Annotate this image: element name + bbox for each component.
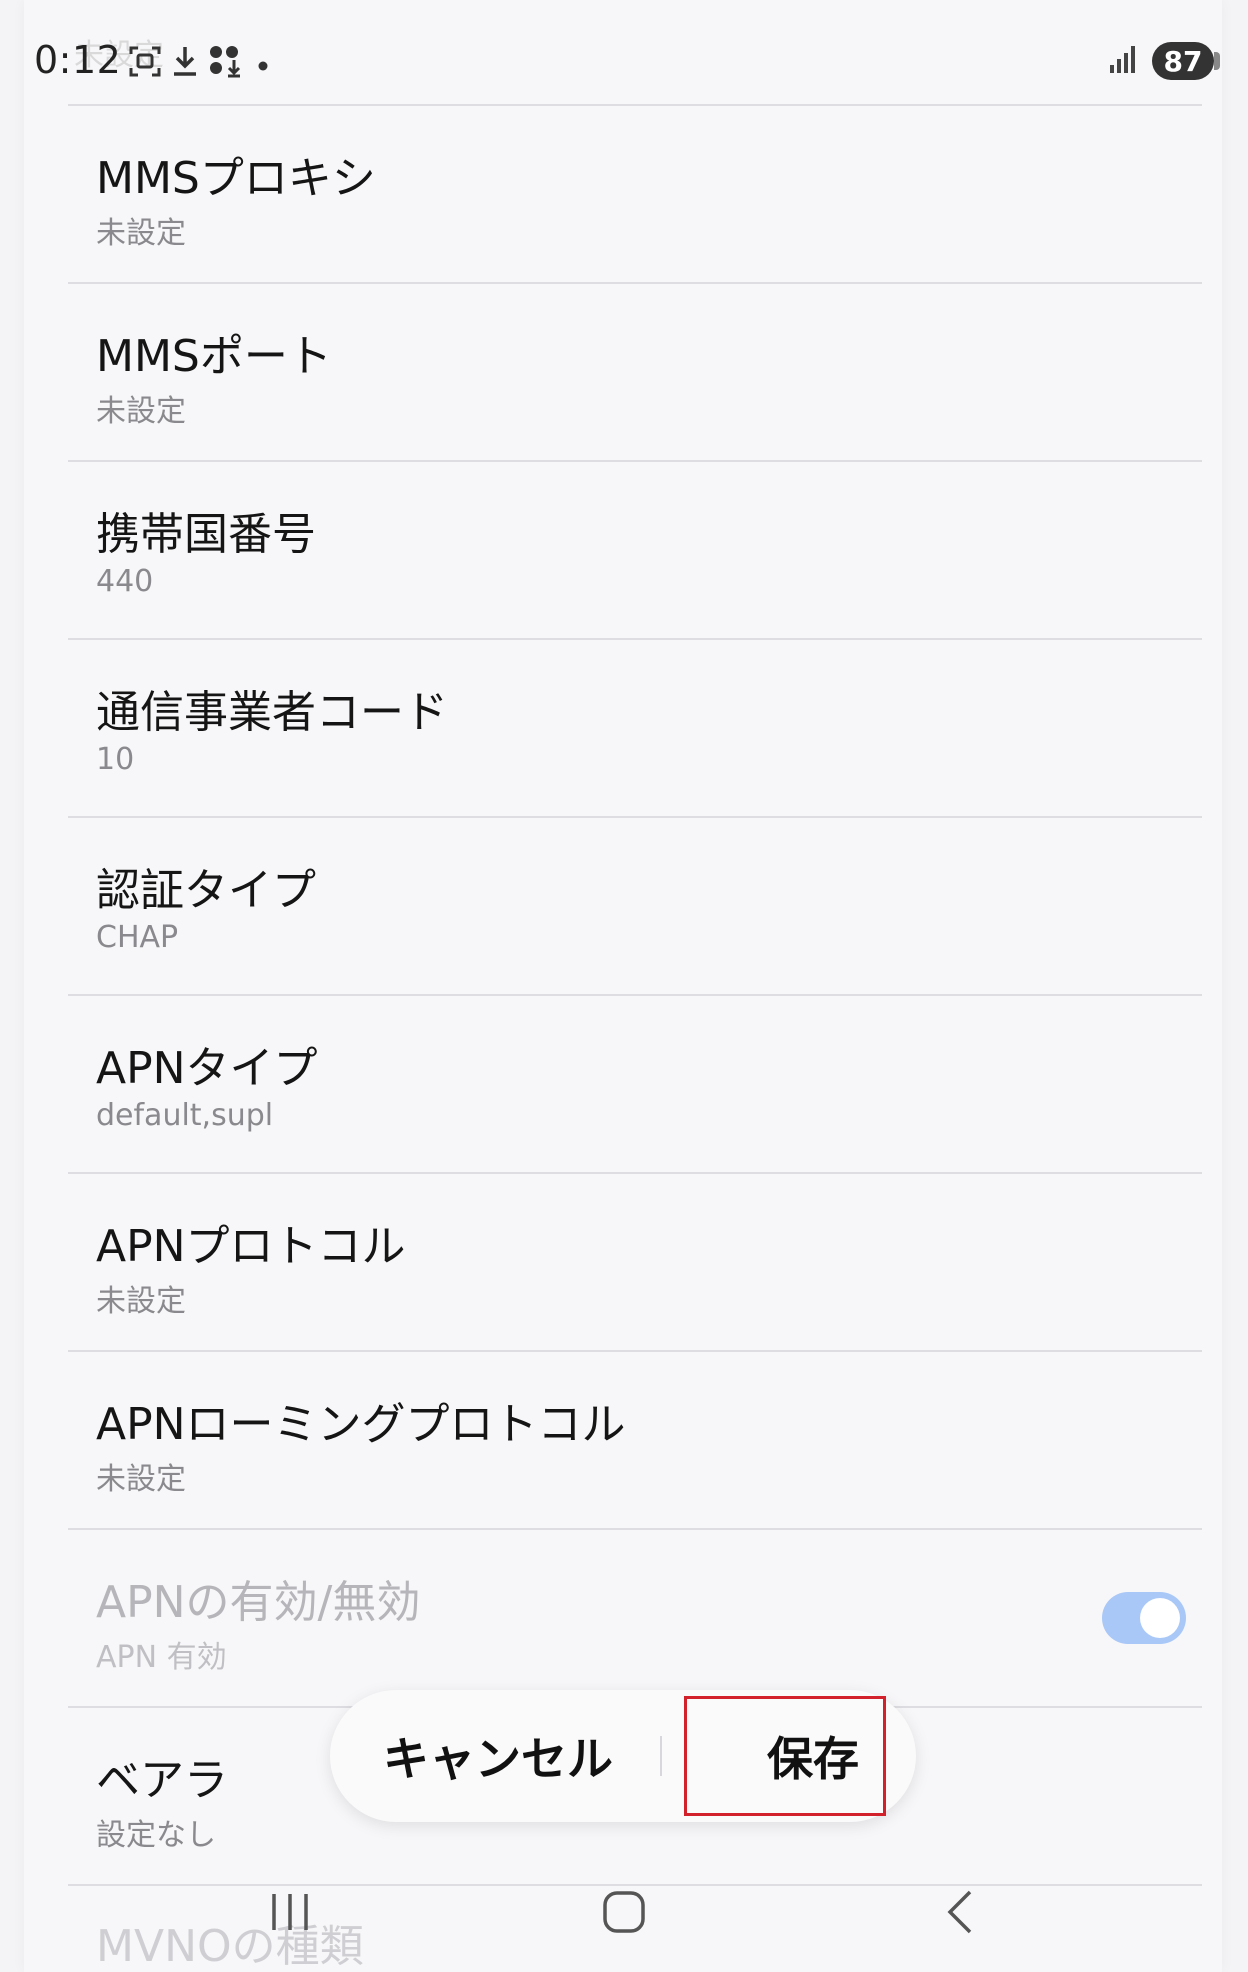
- save-button-highlight: [684, 1696, 886, 1816]
- setting-value: 未設定: [96, 216, 186, 251]
- setting-auth-type[interactable]: 認証タイプ CHAP: [68, 818, 1202, 994]
- setting-value: APN 有効: [96, 1640, 227, 1675]
- dot-icon: [258, 56, 268, 75]
- setting-value: 未設定: [96, 394, 186, 429]
- setting-title: ベアラ: [96, 1755, 228, 1806]
- setting-apn-roaming-protocol[interactable]: APNローミングプロトコル 未設定: [68, 1352, 1202, 1528]
- setting-apn-protocol[interactable]: APNプロトコル 未設定: [68, 1174, 1202, 1350]
- setting-title: MMSポート: [96, 331, 332, 382]
- download-icon: [170, 44, 200, 82]
- setting-value: 10: [96, 742, 135, 777]
- cancel-button[interactable]: キャンセル: [350, 1690, 646, 1822]
- button-separator: [660, 1736, 662, 1776]
- setting-value: default,supl: [96, 1098, 274, 1133]
- setting-apn-enable[interactable]: APNの有効/無効 APN 有効: [68, 1530, 1202, 1706]
- screen: 未設定 0:12 87 MMSプロキシ 未設定 MMSポート 未設定 携帯国番号…: [24, 0, 1222, 1972]
- setting-value: 440: [96, 564, 154, 599]
- apn-enable-toggle[interactable]: [1102, 1592, 1186, 1644]
- setting-title: APNの有効/無効: [96, 1577, 421, 1628]
- setting-title: 通信事業者コード: [96, 687, 448, 738]
- back-icon[interactable]: [920, 1872, 1000, 1952]
- home-icon[interactable]: [584, 1872, 664, 1952]
- toggle-knob: [1140, 1598, 1180, 1638]
- navigation-bar: [24, 1860, 1222, 1960]
- battery-level: 87: [1163, 44, 1203, 78]
- signal-icon: [1108, 43, 1140, 79]
- app-download-icon: [208, 44, 244, 82]
- status-icons-right: 87: [1108, 42, 1220, 80]
- setting-mms-port[interactable]: MMSポート 未設定: [68, 284, 1202, 460]
- setting-title: APNローミングプロトコル: [96, 1399, 626, 1450]
- setting-value: 未設定: [96, 1462, 186, 1497]
- setting-value: 設定なし: [96, 1818, 216, 1853]
- setting-mnc[interactable]: 通信事業者コード 10: [68, 640, 1202, 816]
- setting-mcc[interactable]: 携帯国番号 440: [68, 462, 1202, 638]
- setting-title: APNタイプ: [96, 1043, 318, 1094]
- setting-mms-proxy[interactable]: MMSプロキシ 未設定: [68, 106, 1202, 282]
- screenshot-icon: [128, 44, 162, 82]
- setting-apn-type[interactable]: APNタイプ default,supl: [68, 996, 1202, 1172]
- setting-title: 携帯国番号: [96, 509, 316, 560]
- setting-value: CHAP: [96, 920, 179, 955]
- setting-title: 認証タイプ: [96, 865, 316, 916]
- setting-title: APNプロトコル: [96, 1221, 406, 1272]
- status-bar: 0:12 87: [24, 0, 1222, 104]
- status-time: 0:12: [34, 38, 122, 82]
- battery-icon: 87: [1152, 42, 1220, 80]
- recent-apps-icon[interactable]: [250, 1872, 330, 1952]
- setting-value: 未設定: [96, 1284, 186, 1319]
- setting-title: MMSプロキシ: [96, 153, 376, 204]
